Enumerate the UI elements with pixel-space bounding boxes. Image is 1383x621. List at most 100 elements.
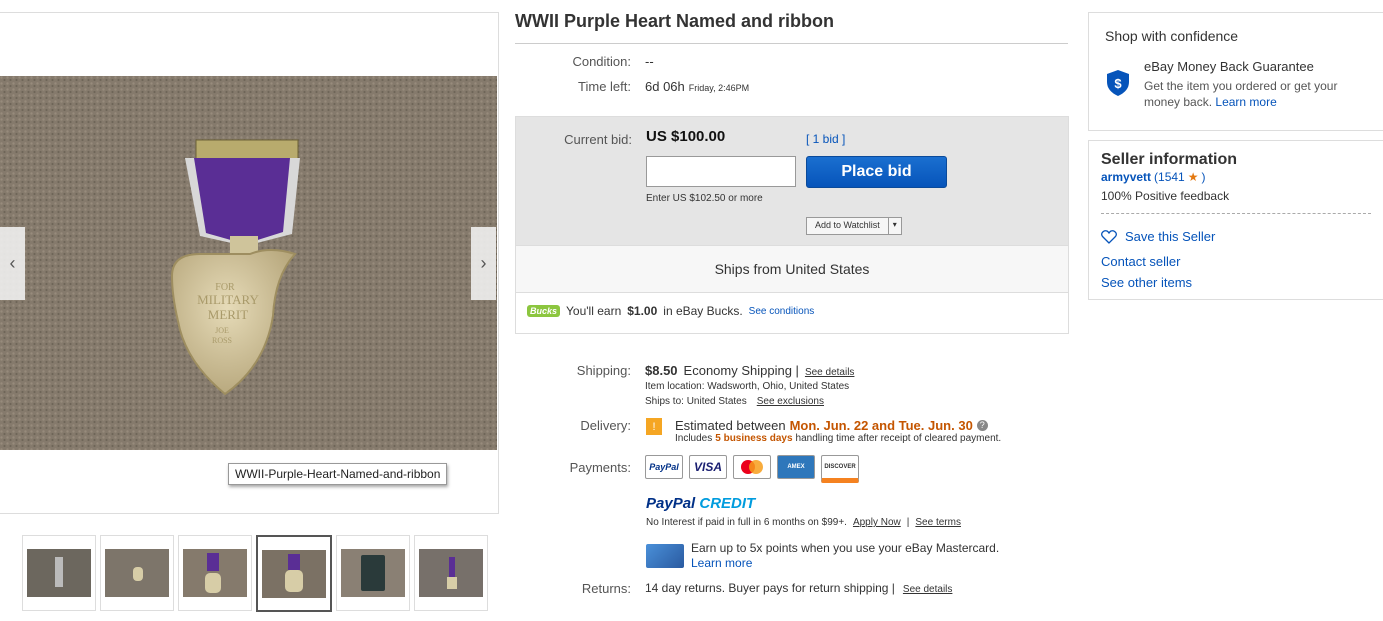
current-bid-label: Current bid: — [564, 132, 632, 147]
save-seller-link[interactable]: Save this Seller — [1125, 229, 1215, 244]
thumbnail-6[interactable] — [414, 535, 488, 611]
bucks-logo-icon: Bucks — [527, 305, 561, 317]
delivery-label: Delivery: — [580, 418, 631, 433]
thumbnail-5[interactable] — [336, 535, 410, 611]
heart-icon — [1101, 229, 1117, 244]
seller-information-panel: Seller information armyvett (1541 ★ ) 10… — [1088, 140, 1383, 300]
amex-icon: AMEX — [777, 455, 815, 479]
next-image-button[interactable]: › — [471, 227, 496, 300]
thumbnail-2[interactable] — [100, 535, 174, 611]
time-left-end: Friday, 2:46PM — [688, 83, 750, 93]
current-bid-value: US $100.00 — [646, 128, 726, 145]
svg-text:$: $ — [1114, 76, 1122, 91]
returns-row: 14 day returns. Buyer pays for return sh… — [645, 581, 952, 595]
ships-to: Ships to: United States — [645, 396, 747, 407]
main-product-image[interactable]: FOR MILITARY MERIT JOE ROSS — [0, 76, 497, 450]
bid-amount-input[interactable] — [646, 156, 796, 187]
save-seller-row[interactable]: Save this Seller — [1101, 229, 1215, 244]
bid-panel-top: Current bid: US $100.00 [ 1 bid ] Place … — [516, 117, 1068, 245]
see-other-items-link[interactable]: See other items — [1101, 275, 1192, 290]
thumbnail-1[interactable] — [22, 535, 96, 611]
shop-with-confidence-panel: Shop with confidence $ eBay Money Back G… — [1088, 12, 1383, 131]
payment-methods: PayPal VISA AMEX DISCOVER — [645, 455, 859, 483]
mastercard-learn-more-link[interactable]: Learn more — [691, 556, 752, 570]
bid-hint: Enter US $102.50 or more — [646, 193, 763, 204]
shipping-label: Shipping: — [576, 363, 631, 378]
bucks-prefix: You'll earn — [566, 304, 622, 318]
medal-text-2: MILITARY — [197, 292, 259, 307]
item-title: WWII Purple Heart Named and ribbon — [515, 11, 835, 31]
guarantee-learn-more-link[interactable]: Learn more — [1215, 95, 1276, 109]
mastercard-icon — [733, 455, 771, 479]
image-gallery: FOR MILITARY MERIT JOE ROSS ‹ › — [0, 12, 499, 514]
medal-text-3: MERIT — [208, 307, 249, 322]
medal-text-4: JOE — [215, 326, 229, 335]
confidence-heading: Shop with confidence — [1105, 28, 1239, 44]
add-to-watchlist-button[interactable]: Add to Watchlist ▾ — [806, 217, 902, 235]
shipping-details-link[interactable]: See details — [805, 367, 854, 378]
feedback-close: ) — [1201, 170, 1206, 184]
shipping-row: $8.50 Economy Shipping | See details — [645, 363, 854, 378]
no-interest-text: No Interest if paid in full in 6 months … — [646, 517, 847, 528]
ebay-mastercard-icon — [646, 544, 684, 568]
see-terms-link[interactable]: See terms — [915, 517, 961, 528]
guarantee-title: eBay Money Back Guarantee — [1144, 59, 1314, 74]
apply-now-link[interactable]: Apply Now — [853, 517, 901, 528]
chevron-left-icon: ‹ — [9, 253, 16, 273]
see-exclusions-link[interactable]: See exclusions — [757, 396, 824, 407]
delivery-includes-suffix: handling time after receipt of cleared p… — [795, 433, 1002, 444]
time-left: 6d 06h Friday, 2:46PM — [645, 79, 749, 94]
mastercard-promo: Earn up to 5x points when you use your e… — [691, 541, 1000, 555]
guarantee-text: Get the item you ordered or get your mon… — [1144, 78, 1369, 110]
feedback-score-link[interactable]: (1541 — [1154, 170, 1185, 184]
paypal-credit-terms: No Interest if paid in full in 6 months … — [646, 517, 961, 528]
seller-divider — [1101, 213, 1371, 214]
thumbnail-4-selected[interactable] — [256, 535, 332, 612]
star-icon: ★ — [1187, 170, 1199, 184]
image-tooltip: WWII-Purple-Heart-Named-and-ribbon — [228, 463, 448, 485]
payments-label: Payments: — [569, 460, 631, 475]
discover-icon: DISCOVER — [821, 455, 859, 483]
previous-image-button[interactable]: ‹ — [0, 227, 25, 300]
delivery-business-days: 5 business days — [715, 433, 793, 444]
contact-seller-link[interactable]: Contact seller — [1101, 254, 1180, 269]
delivery-handling: Includes 5 business days handling time a… — [675, 433, 1001, 444]
seller-name-link[interactable]: armyvett — [1101, 170, 1151, 184]
shipping-method: Economy Shipping | — [683, 363, 799, 378]
thumbnail-strip — [22, 535, 488, 612]
thumbnail-3[interactable] — [178, 535, 252, 611]
bucks-amount: $1.00 — [627, 304, 658, 318]
time-left-label: Time left: — [578, 79, 631, 94]
paypal-icon: PayPal — [645, 455, 683, 479]
title-divider — [515, 43, 1068, 44]
bucks-suffix: in eBay Bucks. — [663, 304, 743, 318]
visa-icon: VISA — [689, 455, 727, 479]
delivery-includes: Includes — [675, 433, 713, 444]
help-icon[interactable]: ? — [976, 420, 988, 431]
time-left-value: 6d 06h — [645, 79, 685, 94]
paypal-credit-logo: PayPal CREDIT — [646, 495, 755, 512]
chevron-right-icon: › — [480, 253, 487, 273]
returns-value: 14 day returns. Buyer pays for return sh… — [645, 581, 895, 595]
ships-to-row: Ships to: United States See exclusions — [645, 396, 824, 407]
delivery-flag-icon: ! — [646, 418, 662, 435]
bid-panel: Current bid: US $100.00 [ 1 bid ] Place … — [515, 116, 1069, 334]
seller-name-row: armyvett (1541 ★ ) — [1101, 170, 1206, 184]
condition-label: Condition: — [572, 54, 631, 69]
ships-from: Ships from United States — [516, 245, 1068, 293]
medal-text-5: ROSS — [212, 336, 232, 345]
chevron-down-icon[interactable]: ▾ — [887, 218, 901, 234]
shield-icon: $ — [1106, 69, 1130, 102]
seller-heading: Seller information — [1101, 151, 1238, 168]
delivery-estimate: Estimated between Mon. Jun. 22 and Tue. … — [675, 418, 988, 433]
bid-count-link[interactable]: [ 1 bid ] — [806, 132, 845, 146]
delivery-dates: Mon. Jun. 22 and Tue. Jun. 30 — [789, 418, 973, 433]
condition-value: -- — [645, 54, 654, 69]
shipping-cost: $8.50 — [645, 363, 678, 378]
watchlist-label[interactable]: Add to Watchlist — [807, 218, 888, 234]
bucks-conditions-link[interactable]: See conditions — [749, 306, 815, 317]
returns-details-link[interactable]: See details — [903, 584, 952, 595]
delivery-prefix: Estimated between — [675, 418, 786, 433]
place-bid-button[interactable]: Place bid — [806, 156, 947, 188]
paypal-credit-1: PayPal — [646, 495, 696, 512]
